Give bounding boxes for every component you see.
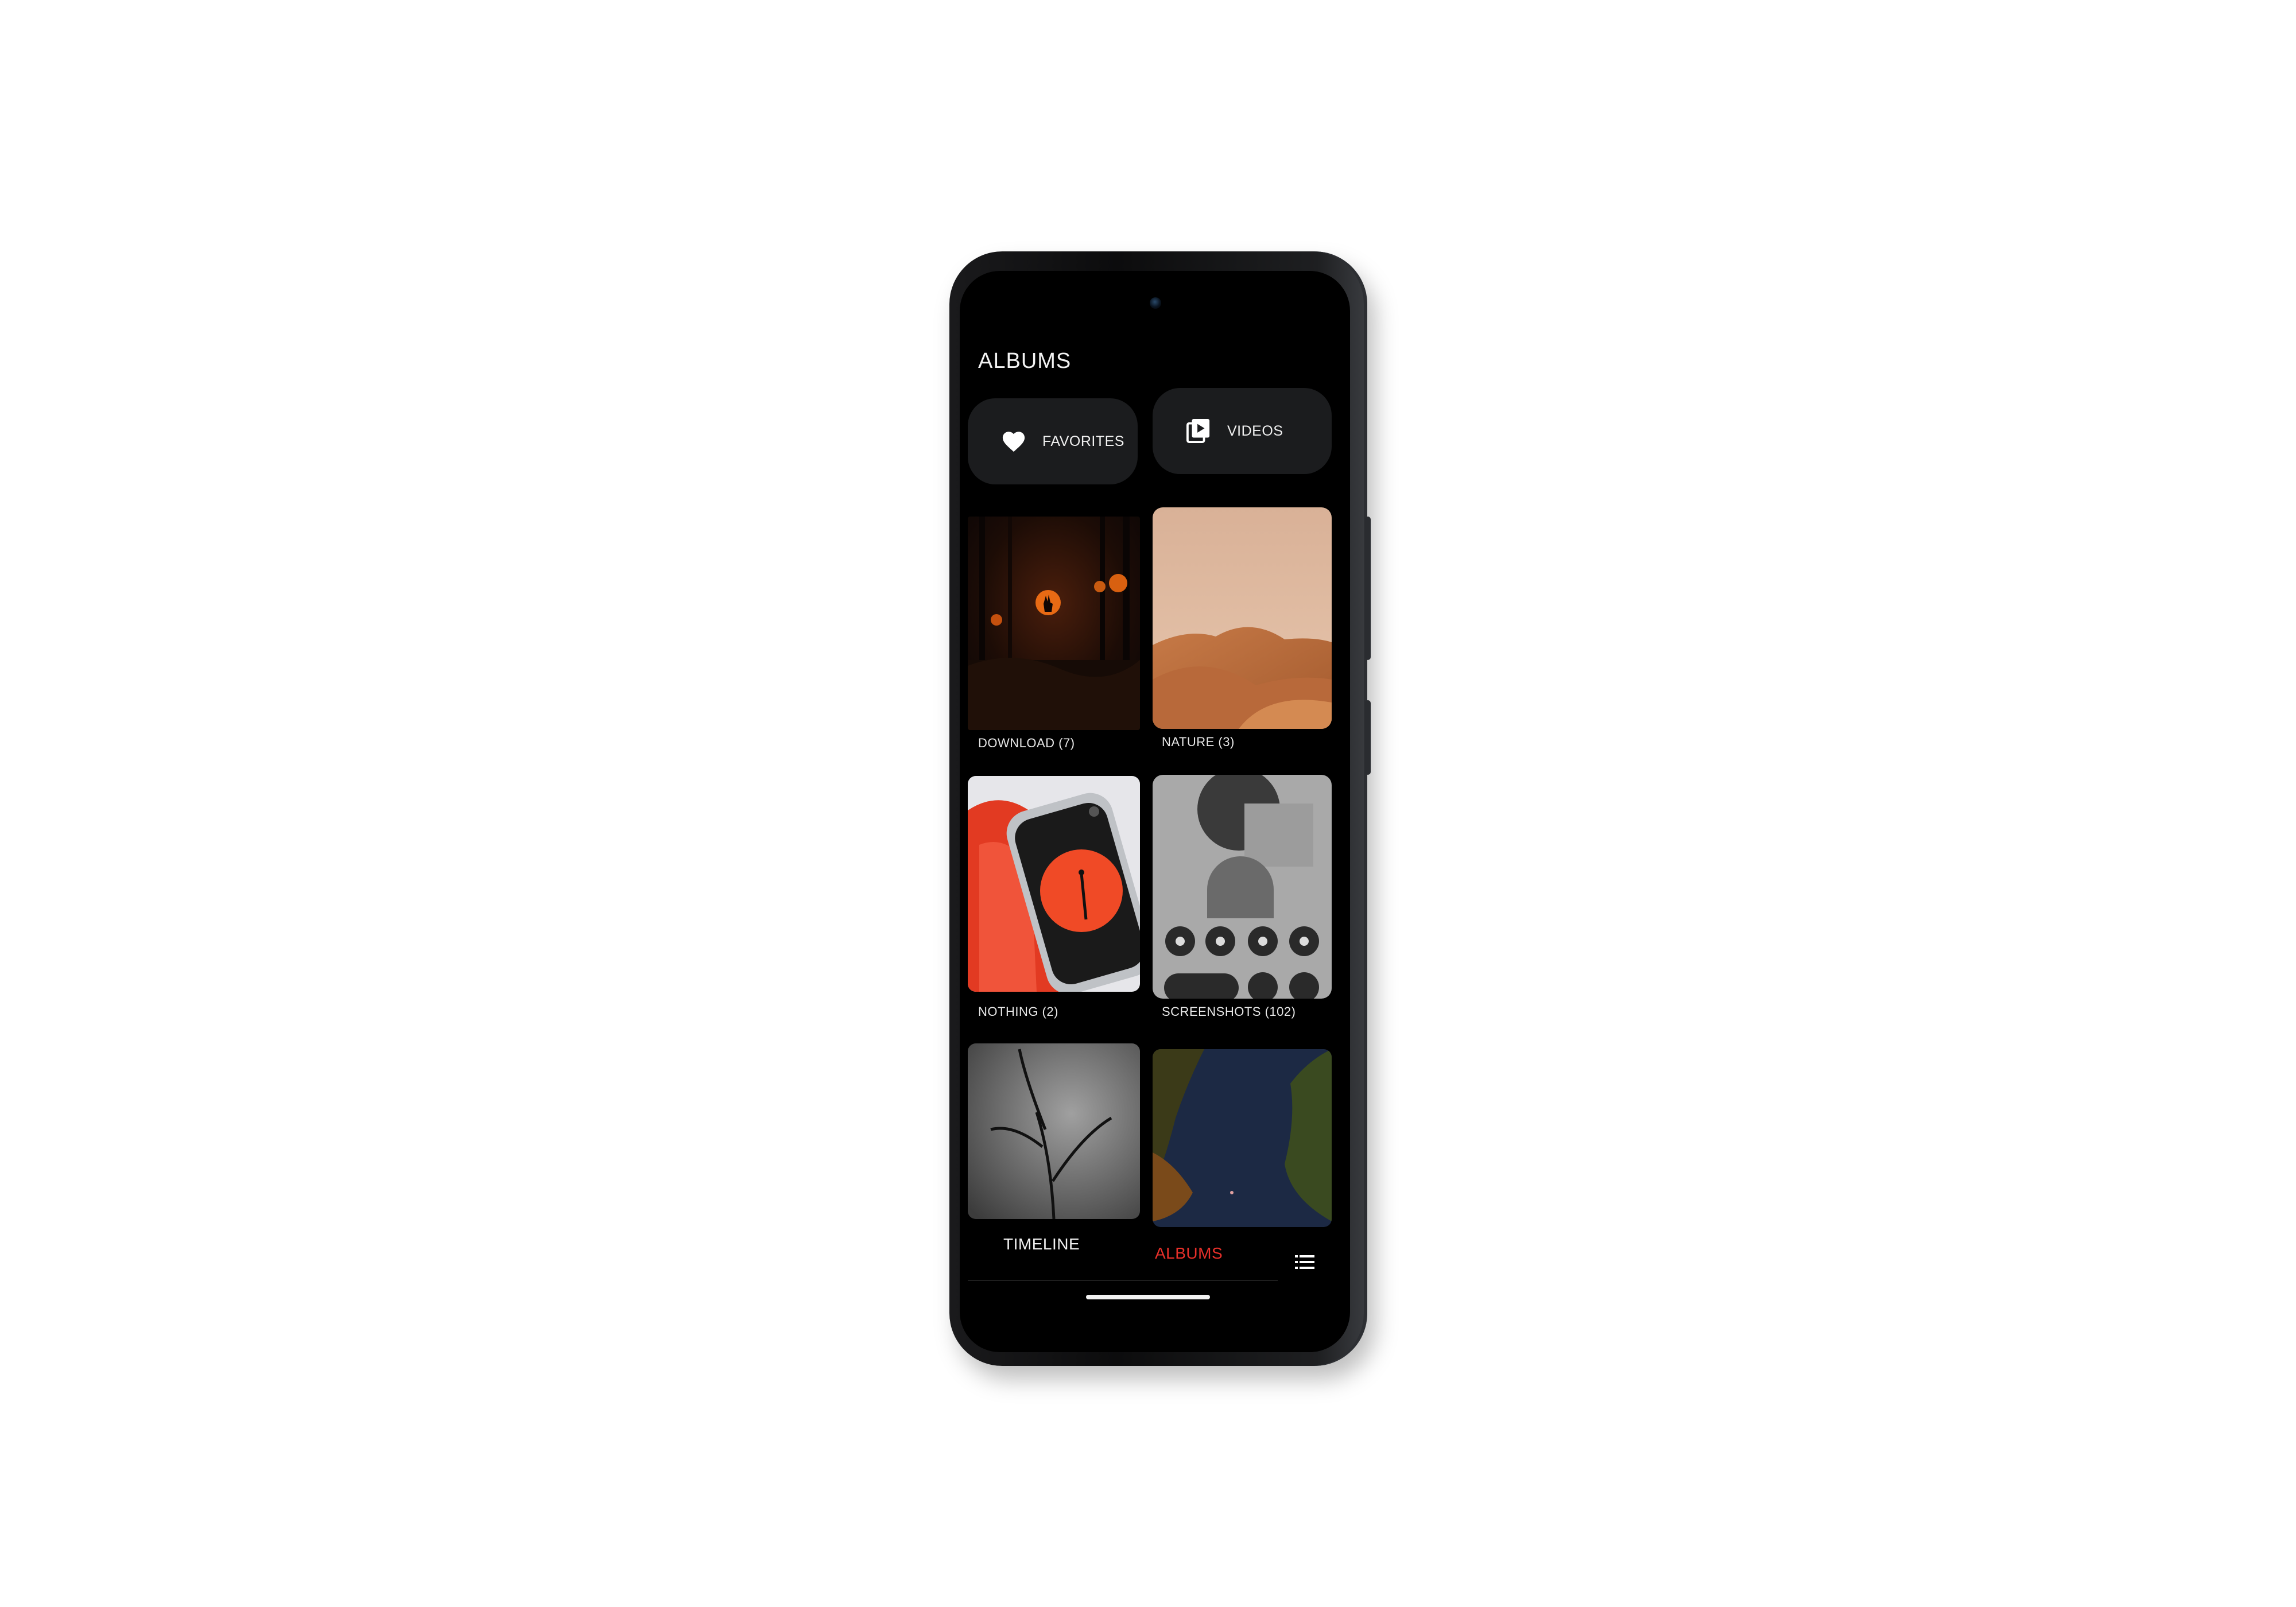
favorites-label: FAVORITES (1042, 433, 1124, 449)
volume-button (1365, 700, 1371, 775)
album-caption: NOTHING (2) (978, 1004, 1058, 1019)
album-thumbnail-download[interactable] (968, 517, 1140, 730)
home-indicator[interactable] (1086, 1295, 1210, 1299)
front-camera (1150, 297, 1161, 309)
album-thumbnail-screenshots[interactable] (1153, 775, 1332, 999)
screen: ALBUMS FAVORITES VIDEOS DOWNLOAD (7) NAT… (960, 271, 1350, 1352)
page-title: ALBUMS (978, 349, 1072, 373)
album-thumbnail-night-sky[interactable] (1153, 1049, 1332, 1227)
tab-timeline[interactable]: TIMELINE (1003, 1235, 1080, 1253)
screenshot-preview-image (1153, 775, 1332, 999)
album-thumbnail-nothing[interactable] (968, 776, 1140, 992)
favorites-button[interactable]: FAVORITES (968, 398, 1138, 484)
smartwatch-image (968, 776, 1140, 992)
nav-divider (968, 1280, 1278, 1281)
power-button (1365, 517, 1371, 660)
branches-image (968, 1043, 1140, 1219)
forest-sunset-image (968, 517, 1140, 730)
list-menu-icon[interactable] (1295, 1255, 1314, 1272)
album-thumbnail-nature[interactable] (1153, 507, 1332, 729)
album-thumbnail-branches[interactable] (968, 1043, 1140, 1219)
tab-albums[interactable]: ALBUMS (1155, 1244, 1223, 1263)
desert-dunes-image (1153, 507, 1332, 729)
night-sky-image (1153, 1049, 1332, 1227)
album-caption: SCREENSHOTS (102) (1162, 1004, 1296, 1019)
video-library-icon (1184, 416, 1213, 446)
videos-button[interactable]: VIDEOS (1153, 388, 1332, 474)
album-caption: NATURE (3) (1162, 735, 1235, 749)
heart-icon (999, 426, 1029, 456)
videos-label: VIDEOS (1227, 422, 1283, 439)
album-caption: DOWNLOAD (7) (978, 736, 1075, 750)
